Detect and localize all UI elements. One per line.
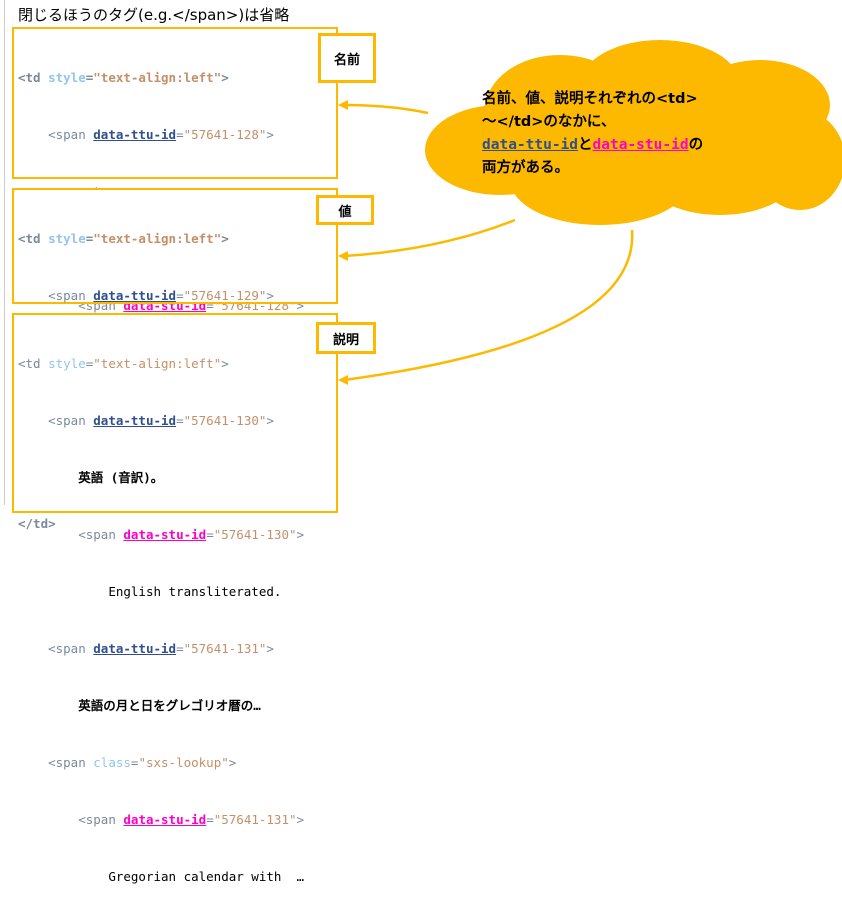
eq: =	[176, 641, 184, 656]
callout-text: 名前、値、説明それぞれの<td> ～</td>のなかに、 data-ttu-id…	[482, 88, 703, 180]
eq: =	[206, 527, 214, 542]
code-box-value: <td style="text-align:left"> <span data-…	[12, 188, 338, 531]
tag: <span	[78, 527, 116, 542]
ttu-attr: data-ttu-id	[93, 641, 177, 656]
gt: >	[266, 641, 274, 656]
eq: =	[176, 288, 184, 303]
attr-value: "57641-131"	[183, 641, 267, 656]
gt: >	[296, 812, 305, 827]
tag: <span	[48, 127, 86, 142]
callout-no: の	[688, 137, 704, 153]
attr: class	[93, 755, 131, 770]
eq: =	[206, 812, 214, 827]
gt: >	[266, 288, 274, 303]
attr-value: "text-align:left"	[93, 356, 222, 371]
tag: <span	[48, 641, 86, 656]
code-box-description: <td style="text-align:left"> <span data-…	[12, 313, 338, 884]
callout-to: と	[578, 137, 593, 153]
attr-value: "57641-130"	[213, 527, 297, 542]
gt: >	[266, 413, 274, 428]
tag: <span	[48, 413, 86, 428]
callout-line1: 名前、値、説明それぞれの<td>	[482, 91, 698, 107]
tag: <span	[78, 812, 116, 827]
attr-value: "text-align:left"	[93, 70, 222, 85]
gt: >	[221, 70, 229, 85]
gt: >	[228, 755, 237, 770]
stu-attr: data-stu-id	[123, 812, 207, 827]
label-name: 名前	[318, 33, 376, 83]
gt: >	[296, 527, 305, 542]
tag: <td	[18, 356, 41, 371]
text: 英語の月と日をグレゴリオ暦の…	[78, 698, 261, 713]
attr: style	[48, 70, 86, 85]
eq: =	[176, 413, 184, 428]
attr-value: "sxs-lookup"	[138, 755, 229, 770]
tag: <span	[48, 755, 86, 770]
text: English transliterated.	[108, 584, 282, 599]
arrow-to-name	[343, 103, 429, 115]
gt: >	[266, 127, 274, 142]
eq: =	[130, 755, 139, 770]
ttu-attr: data-ttu-id	[93, 288, 177, 303]
callout-line4: 両方がある。	[482, 160, 569, 176]
attr-value: "57641-130"	[183, 413, 267, 428]
attr: style	[48, 231, 86, 246]
label-description: 説明	[316, 322, 376, 354]
gt: >	[221, 356, 229, 371]
ttu-attr: data-ttu-id	[93, 127, 177, 142]
stu-attr: data-stu-id	[123, 527, 207, 542]
label-value: 値	[316, 195, 374, 225]
tag: <td	[18, 70, 41, 85]
attr-value: "57641-129"	[183, 288, 267, 303]
eq: =	[176, 127, 184, 142]
callout-ttu: data-ttu-id	[482, 137, 579, 153]
callout-line2: ～</td>のなかに、	[482, 114, 616, 130]
arrow-to-value	[343, 218, 516, 258]
ttu-attr: data-ttu-id	[93, 413, 177, 428]
attr: style	[48, 356, 86, 371]
tag: <span	[48, 288, 86, 303]
callout-stu: data-stu-id	[592, 137, 689, 153]
attr-value: "57641-131"	[213, 812, 297, 827]
text: Gregorian calendar with …	[108, 869, 304, 884]
tag: <td	[18, 231, 41, 246]
attr-value: "57641-128"	[183, 127, 267, 142]
code-box-name: <td style="text-align:left"> <span data-…	[12, 27, 338, 484]
text: 英語 (音訳)。	[78, 470, 164, 485]
gt: >	[221, 231, 229, 246]
attr-value: "text-align:left"	[93, 231, 222, 246]
